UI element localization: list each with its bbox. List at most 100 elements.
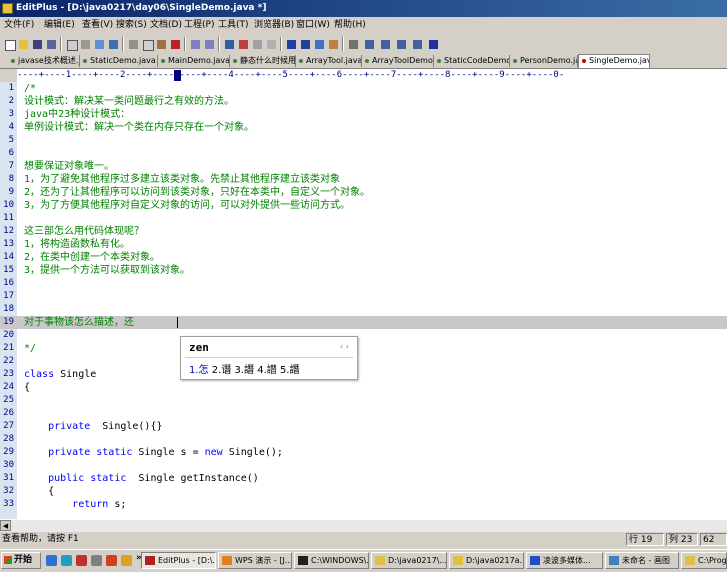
column-button[interactable] — [264, 37, 278, 51]
ime-candidate-2[interactable]: 2.谮 — [212, 365, 232, 376]
print-preview-button[interactable] — [64, 37, 78, 51]
quicklaunch-ie-icon[interactable] — [46, 555, 57, 566]
code-line[interactable]: 9 2，还为了让其他程序可以访问到该类对象，只好在本类中，自定义一个对象。 — [0, 186, 727, 199]
quicklaunch-firefox-icon[interactable] — [106, 555, 117, 566]
taskbar-button[interactable]: WPS 演示 - [J... — [218, 552, 292, 569]
code-line[interactable]: 7 想要保证对象唯一。 — [0, 160, 727, 173]
code-line[interactable]: 2 设计模式：解决某一类问题最行之有效的方法。 — [0, 95, 727, 108]
code-line[interactable]: 8 1，为了避免其他程序过多建立该类对象。先禁止其他程序建立该类对象 — [0, 173, 727, 186]
ime-page-arrows[interactable]: ‹ › — [340, 342, 349, 351]
menu-search[interactable]: 搜索(S) — [114, 17, 149, 34]
tab-arraytooldemo[interactable]: ArrayToolDemo.ja — [362, 55, 434, 67]
menu-help[interactable]: 帮助(H) — [332, 17, 368, 34]
code-line[interactable]: 11 — [0, 212, 727, 225]
code-line[interactable]: 32 { — [0, 485, 727, 498]
code-line[interactable]: 19 对于事物该怎么描述，还 — [0, 316, 727, 329]
code-line[interactable]: 20 — [0, 329, 727, 342]
scroll-left-icon[interactable]: ◀ — [0, 520, 11, 531]
ime-candidate-3[interactable]: 3.譖 — [234, 365, 254, 376]
tab-persondemo[interactable]: PersonDemo.java — [510, 55, 578, 67]
code-line[interactable]: 27 private Single(){} — [0, 420, 727, 433]
menu-document[interactable]: 文档(D) — [148, 17, 184, 34]
quicklaunch-media-icon[interactable] — [61, 555, 72, 566]
code-line[interactable]: 12 这三部怎么用代码体现呢？ — [0, 225, 727, 238]
find-button[interactable] — [222, 37, 236, 51]
code-line[interactable]: 30 — [0, 459, 727, 472]
menu-window[interactable]: 窗口(W) — [294, 17, 332, 34]
code-line[interactable]: 4 单例设计模式：解决一个类在内存只存在一个对象。 — [0, 121, 727, 134]
goto-button[interactable] — [250, 37, 264, 51]
code-line[interactable]: 14 2，在类中创建一个本类对象。 — [0, 251, 727, 264]
tab-singledemo[interactable]: SingleDemo.java — [578, 54, 650, 68]
taskbar-button[interactable]: C:\WINDOWS\... — [294, 552, 369, 569]
code-line[interactable]: 31 public static Single getInstance() — [0, 472, 727, 485]
output-window-button[interactable] — [378, 37, 392, 51]
code-line[interactable]: 23 class Single — [0, 368, 727, 381]
tab-arraytool[interactable]: ArrayTool.java — [296, 55, 362, 67]
quicklaunch-desktop-icon[interactable] — [91, 555, 102, 566]
save-button[interactable] — [30, 37, 44, 51]
font-button[interactable] — [284, 37, 298, 51]
directory-button[interactable] — [362, 37, 376, 51]
browser-button[interactable] — [106, 37, 120, 51]
tab-javase[interactable]: javase技术概述.j — [8, 55, 80, 67]
tab-static-when[interactable]: 静态什么时候用. — [230, 55, 296, 67]
code-line[interactable]: 33 return s; — [0, 498, 727, 511]
code-line[interactable]: 26 — [0, 407, 727, 420]
code-line[interactable]: 24 { — [0, 381, 727, 394]
taskbar-button[interactable]: D:\java0217\... — [371, 552, 447, 569]
code-editor[interactable]: 1/* 2 设计模式：解决某一类问题最行之有效的方法。 3 java中23种设计模式： 4… — [0, 82, 727, 519]
code-line[interactable]: 15 3，提供一个方法可以获取到该对象。 — [0, 264, 727, 277]
taskbar-button[interactable]: EditPlus - [D:\... — [141, 552, 216, 569]
tab-staticdemo[interactable]: StaticDemo.java — [80, 55, 158, 67]
code-line[interactable]: 22 — [0, 355, 727, 368]
menu-tools[interactable]: 工具(T) — [216, 17, 251, 34]
new-file-button[interactable] — [2, 37, 16, 51]
tab-staticcodedemo[interactable]: StaticCodeDemo.ja — [434, 55, 510, 67]
taskbar-button[interactable]: 未命名 - 画图 — [605, 552, 679, 569]
taskbar-button[interactable]: 凌波多媒体... — [526, 552, 603, 569]
taskbar-button[interactable]: C:\Progr — [681, 552, 727, 569]
code-line[interactable]: 18 — [0, 303, 727, 316]
code-line[interactable]: 28 — [0, 433, 727, 446]
start-button[interactable]: 开始 — [1, 552, 41, 569]
code-line[interactable]: 5 — [0, 134, 727, 147]
code-line[interactable]: 17 — [0, 290, 727, 303]
horizontal-scrollbar[interactable]: ◀ — [0, 519, 727, 532]
redo-button[interactable] — [202, 37, 216, 51]
word-wrap-button[interactable] — [298, 37, 312, 51]
fullscreen-button[interactable] — [394, 37, 408, 51]
code-line[interactable]: 13 1，将构造函数私有化。 — [0, 238, 727, 251]
delete-button[interactable] — [168, 37, 182, 51]
menu-edit[interactable]: 编辑(E) — [42, 17, 77, 34]
menu-file[interactable]: 文件(F) — [2, 17, 36, 34]
ime-candidate-1[interactable]: 1.怎 — [189, 365, 209, 376]
code-line[interactable]: 29 private static Single s = new Single(… — [0, 446, 727, 459]
cliptext-button[interactable] — [346, 37, 360, 51]
menu-project[interactable]: 工程(P) — [182, 17, 216, 34]
ime-candidate-4[interactable]: 4.譛 — [257, 365, 277, 376]
editplus-app-icon[interactable] — [2, 3, 13, 14]
code-line[interactable]: 3 java中23种设计模式： — [0, 108, 727, 121]
replace-button[interactable] — [236, 37, 250, 51]
ime-candidate-5[interactable]: 5.譖 — [280, 365, 300, 376]
paste-button[interactable] — [154, 37, 168, 51]
print-button[interactable] — [78, 37, 92, 51]
save-all-button[interactable] — [44, 37, 58, 51]
menu-browser[interactable]: 浏览器(B) — [252, 17, 296, 34]
code-line[interactable]: 1 /* — [0, 82, 727, 95]
code-line[interactable]: 25 — [0, 394, 727, 407]
cut-button[interactable] — [126, 37, 140, 51]
menu-view[interactable]: 查看(V) — [80, 17, 115, 34]
taskbar-button[interactable]: D:\java0217a... — [449, 552, 524, 569]
undo-button[interactable] — [188, 37, 202, 51]
open-file-button[interactable] — [16, 37, 30, 51]
help-button[interactable] — [426, 37, 440, 51]
code-line[interactable]: 16 — [0, 277, 727, 290]
copy-button[interactable] — [140, 37, 154, 51]
window-list-button[interactable] — [410, 37, 424, 51]
line-number-button[interactable] — [312, 37, 326, 51]
tab-maindemo[interactable]: MainDemo.java — [158, 55, 230, 67]
quicklaunch-app-icon[interactable] — [76, 555, 87, 566]
code-line[interactable]: 10 3，为了方便其他程序对自定义对象的访问，可以对外提供一些访问方式。 — [0, 199, 727, 212]
